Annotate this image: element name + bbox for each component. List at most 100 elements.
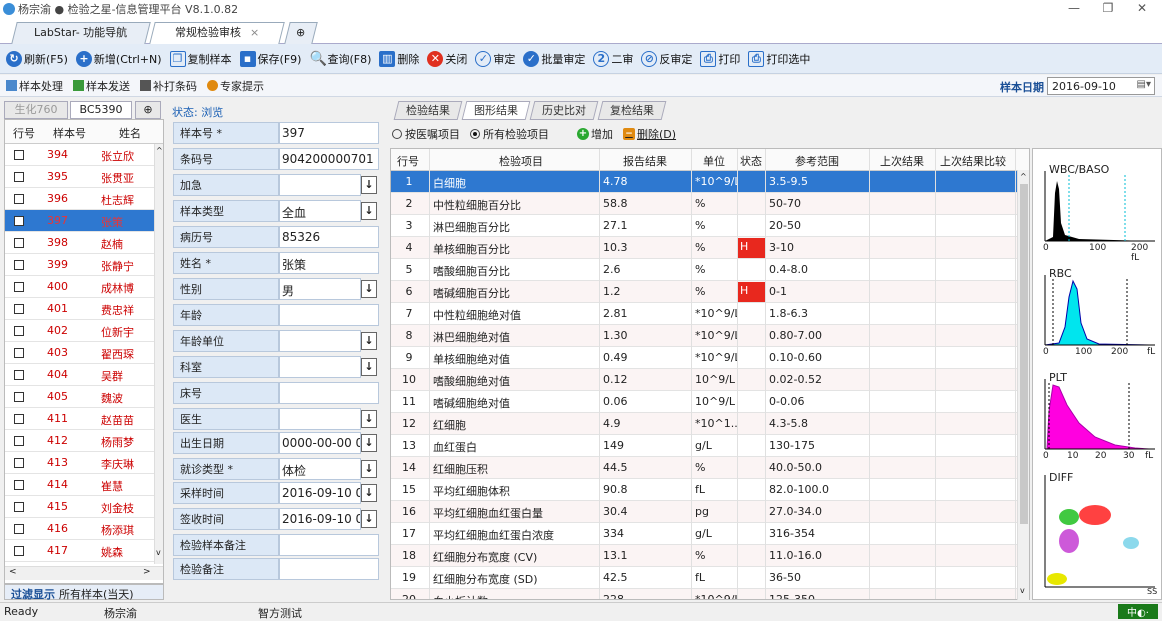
result-row[interactable]: 19 红细胞分布宽度 (SD) 42.5 fL 36-50 <box>391 567 1019 589</box>
add-button[interactable]: + 新增(Ctrl+N) <box>75 50 162 67</box>
field-input[interactable]: 2016-09-10 00 <box>279 508 361 530</box>
field-input[interactable] <box>279 174 361 196</box>
report-result[interactable]: 2.81 <box>603 307 689 320</box>
sample-row[interactable]: 402 位新宇 <box>5 320 155 342</box>
dropdown-arrow-icon[interactable]: ↓ <box>361 202 377 220</box>
reprint-barcode-button[interactable]: 补打条码 <box>140 78 197 94</box>
field-input[interactable] <box>279 534 379 556</box>
result-row[interactable]: 3 淋巴细胞百分比 27.1% 20-50 <box>391 215 1019 237</box>
approve-button[interactable]: ✓ 审定 <box>475 50 515 67</box>
report-result[interactable]: 10.3 <box>603 241 689 254</box>
row-checkbox[interactable] <box>14 458 24 468</box>
result-row[interactable]: 4 单核细胞百分比 10.3% H 3-10 <box>391 237 1019 259</box>
batch-approve-button[interactable]: ✓ 批量审定 <box>523 50 585 67</box>
sample-row[interactable]: 412 杨雨梦 <box>5 430 155 452</box>
tab-function-nav[interactable]: LabStar- 功能导航 <box>11 22 151 44</box>
field-input[interactable]: 904200000701 <box>279 148 379 170</box>
dropdown-arrow-icon[interactable]: ↓ <box>361 460 377 478</box>
by-order-radio[interactable] <box>392 129 402 139</box>
ime-indicator-icon[interactable]: 中◐· <box>1118 604 1158 619</box>
tab-biochem-760[interactable]: 生化760 <box>4 101 68 119</box>
scroll-right-icon[interactable]: > <box>143 567 151 577</box>
tab-routine-review[interactable]: 常规检验审核 × <box>149 22 285 44</box>
result-row[interactable]: 8 淋巴细胞绝对值 1.30 *10^9/L 0.80-7.00 <box>391 325 1019 347</box>
sample-row[interactable]: 401 费忠祥 <box>5 298 155 320</box>
report-result[interactable]: 27.1 <box>603 219 689 232</box>
unapprove-button[interactable]: ⊘ 反审定 <box>641 50 692 67</box>
filter-bar[interactable]: 过滤显示 所有样本(当天) <box>4 584 164 601</box>
report-result[interactable]: 58.8 <box>603 197 689 210</box>
result-row[interactable]: 20 血小板计数 228 *10^9/L 125-350 <box>391 589 1019 599</box>
sample-row[interactable]: 400 成林博 <box>5 276 155 298</box>
field-input[interactable] <box>279 408 361 430</box>
close-button[interactable]: ✕ 关闭 <box>427 50 467 67</box>
field-input[interactable] <box>279 304 379 326</box>
result-row[interactable]: 14 红细胞压积 44.5% 40.0-50.0 <box>391 457 1019 479</box>
report-result[interactable]: 2.6 <box>603 263 689 276</box>
sample-row[interactable]: 413 李庆琳 <box>5 452 155 474</box>
report-result[interactable]: 90.8 <box>603 483 689 496</box>
field-input[interactable] <box>279 330 361 352</box>
row-checkbox[interactable] <box>14 194 24 204</box>
expert-tip-button[interactable]: 专家提示 <box>207 78 264 94</box>
delete-button[interactable]: ▥ 删除 <box>379 50 419 67</box>
row-checkbox[interactable] <box>14 524 24 534</box>
save-button[interactable]: ▪ 保存(F9) <box>239 50 301 67</box>
result-scroll-thumb[interactable] <box>1020 184 1028 524</box>
scroll-left-icon[interactable]: < <box>9 567 17 577</box>
field-input[interactable]: 85326 <box>279 226 379 248</box>
row-checkbox[interactable] <box>14 348 24 358</box>
report-result[interactable]: 228 <box>603 593 689 599</box>
result-row[interactable]: 9 单核细胞绝对值 0.49 *10^9/L 0.10-0.60 <box>391 347 1019 369</box>
result-row[interactable]: 10 嗜酸细胞绝对值 0.12 10^9/L 0.02-0.52 <box>391 369 1019 391</box>
maximize-icon[interactable]: ❐ <box>1090 0 1126 18</box>
row-checkbox[interactable] <box>14 546 24 556</box>
report-result[interactable]: 30.4 <box>603 505 689 518</box>
dropdown-arrow-icon[interactable]: ↓ <box>361 510 377 528</box>
result-row[interactable]: 16 平均红细胞血红蛋白量 30.4 pg 27.0-34.0 <box>391 501 1019 523</box>
result-row[interactable]: 18 红细胞分布宽度 (CV) 13.1% 11.0-16.0 <box>391 545 1019 567</box>
all-items-radio[interactable] <box>470 129 480 139</box>
field-input[interactable]: 体检 <box>279 458 361 480</box>
row-checkbox[interactable] <box>14 304 24 314</box>
result-scroll-down-icon[interactable]: v <box>1020 586 1025 595</box>
sample-row[interactable]: 397 张策 <box>5 210 155 232</box>
print-button[interactable]: ⎙ 打印 <box>700 50 740 67</box>
calendar-dropdown-icon[interactable]: ▤▾ <box>1137 79 1151 90</box>
row-checkbox[interactable] <box>14 414 24 424</box>
tab-history-compare[interactable]: 历史比对 <box>529 101 599 120</box>
refresh-button[interactable]: ↻ 刷新(F5) <box>6 50 68 67</box>
sample-row[interactable]: 416 杨添琪 <box>5 518 155 540</box>
result-row[interactable]: 7 中性粒细胞绝对值 2.81 *10^9/L 1.8-6.3 <box>391 303 1019 325</box>
row-checkbox[interactable] <box>14 216 24 226</box>
close-window-icon[interactable]: ✕ <box>1124 0 1160 18</box>
result-row[interactable]: 12 红细胞 4.9 *10^1... 4.3-5.8 <box>391 413 1019 435</box>
dropdown-arrow-icon[interactable]: ↓ <box>361 484 377 502</box>
field-input[interactable]: 张策 <box>279 252 379 274</box>
result-row[interactable]: 15 平均红细胞体积 90.8 fL 82.0-100.0 <box>391 479 1019 501</box>
tab-test-results[interactable]: 检验结果 <box>393 101 463 120</box>
copy-sample-button[interactable]: ❐ 复制样本 <box>169 50 232 67</box>
dropdown-arrow-icon[interactable]: ↓ <box>361 434 377 452</box>
report-result[interactable]: 4.78 <box>603 175 689 188</box>
new-tab-button[interactable]: ⊕ <box>284 22 318 44</box>
report-result[interactable]: 13.1 <box>603 549 689 562</box>
report-result[interactable]: 42.5 <box>603 571 689 584</box>
row-checkbox[interactable] <box>14 238 24 248</box>
sample-row[interactable]: 405 魏波 <box>5 386 155 408</box>
row-checkbox[interactable] <box>14 260 24 270</box>
report-result[interactable]: 0.49 <box>603 351 689 364</box>
row-checkbox[interactable] <box>14 370 24 380</box>
query-button[interactable]: 🔍 查询(F8) <box>309 51 371 67</box>
scroll-up-icon[interactable]: ^ <box>156 146 163 155</box>
dropdown-arrow-icon[interactable]: ↓ <box>361 176 377 194</box>
print-selected-button[interactable]: ⎙ 打印选中 <box>748 50 810 67</box>
result-row[interactable]: 5 嗜酸细胞百分比 2.6% 0.4-8.0 <box>391 259 1019 281</box>
field-input[interactable]: 0000-00-00 00 <box>279 432 361 454</box>
result-row[interactable]: 1 白细胞 4.78 *10^9/L 3.5-9.5 <box>391 171 1019 193</box>
report-result[interactable]: 1.2 <box>603 285 689 298</box>
tab-graphic-results[interactable]: 图形结果 <box>461 101 531 120</box>
result-scroll-up-icon[interactable]: ^ <box>1020 172 1027 181</box>
row-checkbox[interactable] <box>14 392 24 402</box>
second-review-button[interactable]: 2 二审 <box>593 50 633 67</box>
